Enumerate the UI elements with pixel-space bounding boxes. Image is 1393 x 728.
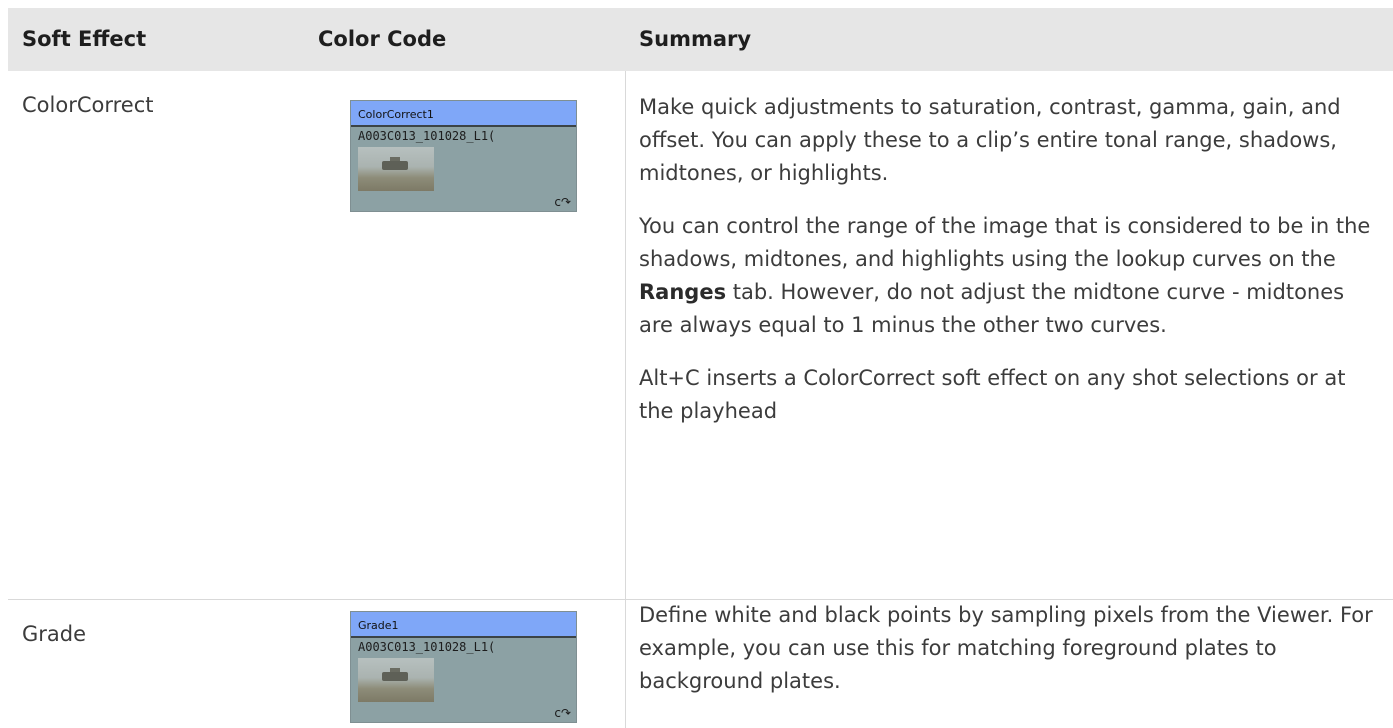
header-color-code: Color Code: [318, 27, 447, 51]
color-code-node-thumbnail: ColorCorrect1 A003C013_101028_L1( c↷: [350, 100, 577, 212]
thumbnail-detail: [382, 161, 408, 170]
ranges-tab-term: Ranges: [639, 280, 727, 304]
node-clip-name: A003C013_101028_L1(: [358, 640, 496, 654]
table-header-row: Soft Effect Color Code Summary: [8, 8, 1393, 71]
summary-text: tab. However, do not adjust the midtone …: [639, 280, 1345, 337]
summary-paragraph: Define white and black points by samplin…: [639, 603, 1373, 693]
effect-name: ColorCorrect: [22, 93, 154, 117]
clip-thumbnail-image: [358, 147, 434, 191]
summary-paragraph: Make quick adjustments to saturation, co…: [639, 95, 1341, 185]
summary-paragraph: You can control the range of the image t…: [639, 210, 1379, 342]
effect-summary: Define white and black points by samplin…: [639, 599, 1379, 718]
header-summary: Summary: [639, 27, 752, 51]
column-divider: [625, 71, 626, 728]
table-row: Grade Grade1 A003C013_101028_L1( c↷ Defi…: [8, 600, 1393, 728]
node-title: ColorCorrect1: [351, 101, 576, 127]
effect-summary: Make quick adjustments to saturation, co…: [639, 91, 1379, 448]
soft-effects-table: Soft Effect Color Code Summary ColorCorr…: [8, 8, 1393, 728]
effect-name: Grade: [22, 622, 87, 646]
header-soft-effect: Soft Effect: [22, 27, 147, 51]
summary-paragraph: Alt+C inserts a ColorCorrect soft effect…: [639, 366, 1346, 423]
clone-link-icon: c↷: [554, 706, 571, 720]
table-row: ColorCorrect ColorCorrect1 A003C013_1010…: [8, 71, 1393, 600]
thumbnail-detail: [382, 672, 408, 681]
color-code-node-thumbnail: Grade1 A003C013_101028_L1( c↷: [350, 611, 577, 723]
node-clip-name: A003C013_101028_L1(: [358, 129, 496, 143]
clip-thumbnail-image: [358, 658, 434, 702]
node-title: Grade1: [351, 612, 576, 638]
clone-link-icon: c↷: [554, 195, 571, 209]
summary-text: You can control the range of the image t…: [639, 214, 1371, 271]
